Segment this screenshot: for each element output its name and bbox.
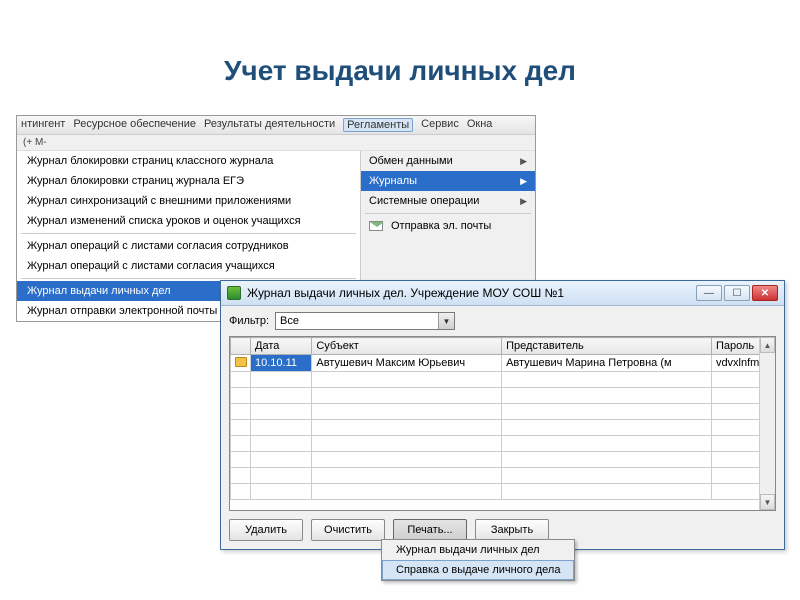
close-dialog-button[interactable]: Закрыть <box>475 519 549 541</box>
chevron-right-icon: ▶ <box>520 156 527 167</box>
filter-label: Фильтр: <box>229 315 269 327</box>
filter-value: Все <box>276 315 438 327</box>
submenu-journals[interactable]: Журналы ▶ <box>361 171 535 191</box>
toolbar-strip: (+ М- <box>17 135 535 151</box>
cell-date[interactable]: 10.10.11 <box>251 355 312 372</box>
print-button[interactable]: Печать... <box>393 519 467 541</box>
data-grid[interactable]: Дата Субъект Представитель Пароль 10.10.… <box>229 336 776 511</box>
menu-separator <box>21 233 356 234</box>
chevron-down-icon[interactable]: ▼ <box>438 313 454 329</box>
maximize-button[interactable]: ☐ <box>724 285 750 301</box>
table-row[interactable]: 10.10.11 Автушевич Максим Юрьевич Автуше… <box>231 355 775 372</box>
journal-item-0[interactable]: Журнал блокировки страниц классного журн… <box>17 151 360 171</box>
table-row[interactable] <box>231 372 775 388</box>
table-row[interactable] <box>231 420 775 436</box>
button-row: Удалить Очистить Печать... Закрыть Журна… <box>221 511 784 549</box>
print-option-0[interactable]: Журнал выдачи личных дел <box>382 540 574 560</box>
chevron-right-icon: ▶ <box>520 176 527 187</box>
print-option-1[interactable]: Справка о выдаче личного дела <box>382 560 574 580</box>
chevron-right-icon: ▶ <box>520 196 527 207</box>
menu-item-1[interactable]: Ресурсное обеспечение <box>73 118 196 132</box>
submenu-label: Отправка эл. почты <box>391 220 491 232</box>
close-button[interactable]: ✕ <box>752 285 778 301</box>
clear-button[interactable]: Очистить <box>311 519 385 541</box>
journal-window: Журнал выдачи личных дел. Учреждение МОУ… <box>220 280 785 550</box>
table-row[interactable] <box>231 436 775 452</box>
delete-button[interactable]: Удалить <box>229 519 303 541</box>
scroll-down-icon[interactable]: ▼ <box>760 494 775 510</box>
slide-title: Учет выдачи личных дел <box>0 55 800 87</box>
table-row[interactable] <box>231 452 775 468</box>
menu-item-2[interactable]: Результаты деятельности <box>204 118 335 132</box>
menu-separator <box>21 278 356 279</box>
table-row[interactable] <box>231 484 775 500</box>
minimize-button[interactable]: — <box>696 285 722 301</box>
submenu-system-ops[interactable]: Системные операции ▶ <box>361 191 535 211</box>
journal-item-5[interactable]: Журнал операций с листами согласия учащи… <box>17 256 360 276</box>
vertical-scrollbar[interactable]: ▲ ▼ <box>759 337 775 510</box>
filter-combo[interactable]: Все ▼ <box>275 312 455 330</box>
submenu-label: Обмен данными <box>369 155 453 167</box>
window-title: Журнал выдачи личных дел. Учреждение МОУ… <box>247 286 696 300</box>
journal-item-2[interactable]: Журнал синхронизаций с внешними приложен… <box>17 191 360 211</box>
table-row[interactable] <box>231 404 775 420</box>
submenu-label: Журналы <box>369 175 417 187</box>
menu-separator <box>365 213 531 214</box>
menu-item-0[interactable]: нтингент <box>21 118 65 132</box>
col-rep[interactable]: Представитель <box>502 338 712 355</box>
journal-item-1[interactable]: Журнал блокировки страниц журнала ЕГЭ <box>17 171 360 191</box>
cell-rep[interactable]: Автушевич Марина Петровна (м <box>502 355 712 372</box>
cell-subject[interactable]: Автушевич Максим Юрьевич <box>312 355 502 372</box>
table-row[interactable] <box>231 468 775 484</box>
submenu-exchange[interactable]: Обмен данными ▶ <box>361 151 535 171</box>
scroll-up-icon[interactable]: ▲ <box>760 337 775 353</box>
mail-icon <box>369 221 383 231</box>
titlebar: Журнал выдачи личных дел. Учреждение МОУ… <box>221 281 784 306</box>
table-row[interactable] <box>231 388 775 404</box>
app-icon <box>227 286 241 300</box>
menu-item-4[interactable]: Сервис <box>421 118 459 132</box>
print-dropdown: Журнал выдачи личных дел Справка о выдач… <box>381 539 575 581</box>
menu-item-5[interactable]: Окна <box>467 118 493 132</box>
menubar: нтингент Ресурсное обеспечение Результат… <box>17 116 535 135</box>
col-date[interactable]: Дата <box>251 338 312 355</box>
submenu-label: Системные операции <box>369 195 479 207</box>
journal-item-4[interactable]: Журнал операций с листами согласия сотру… <box>17 236 360 256</box>
menu-item-3[interactable]: Регламенты <box>343 118 413 132</box>
col-subject[interactable]: Субъект <box>312 338 502 355</box>
submenu-send-mail[interactable]: Отправка эл. почты <box>361 216 535 236</box>
col-icon[interactable] <box>231 338 251 355</box>
journal-item-3[interactable]: Журнал изменений списка уроков и оценок … <box>17 211 360 231</box>
folder-icon <box>235 357 247 367</box>
